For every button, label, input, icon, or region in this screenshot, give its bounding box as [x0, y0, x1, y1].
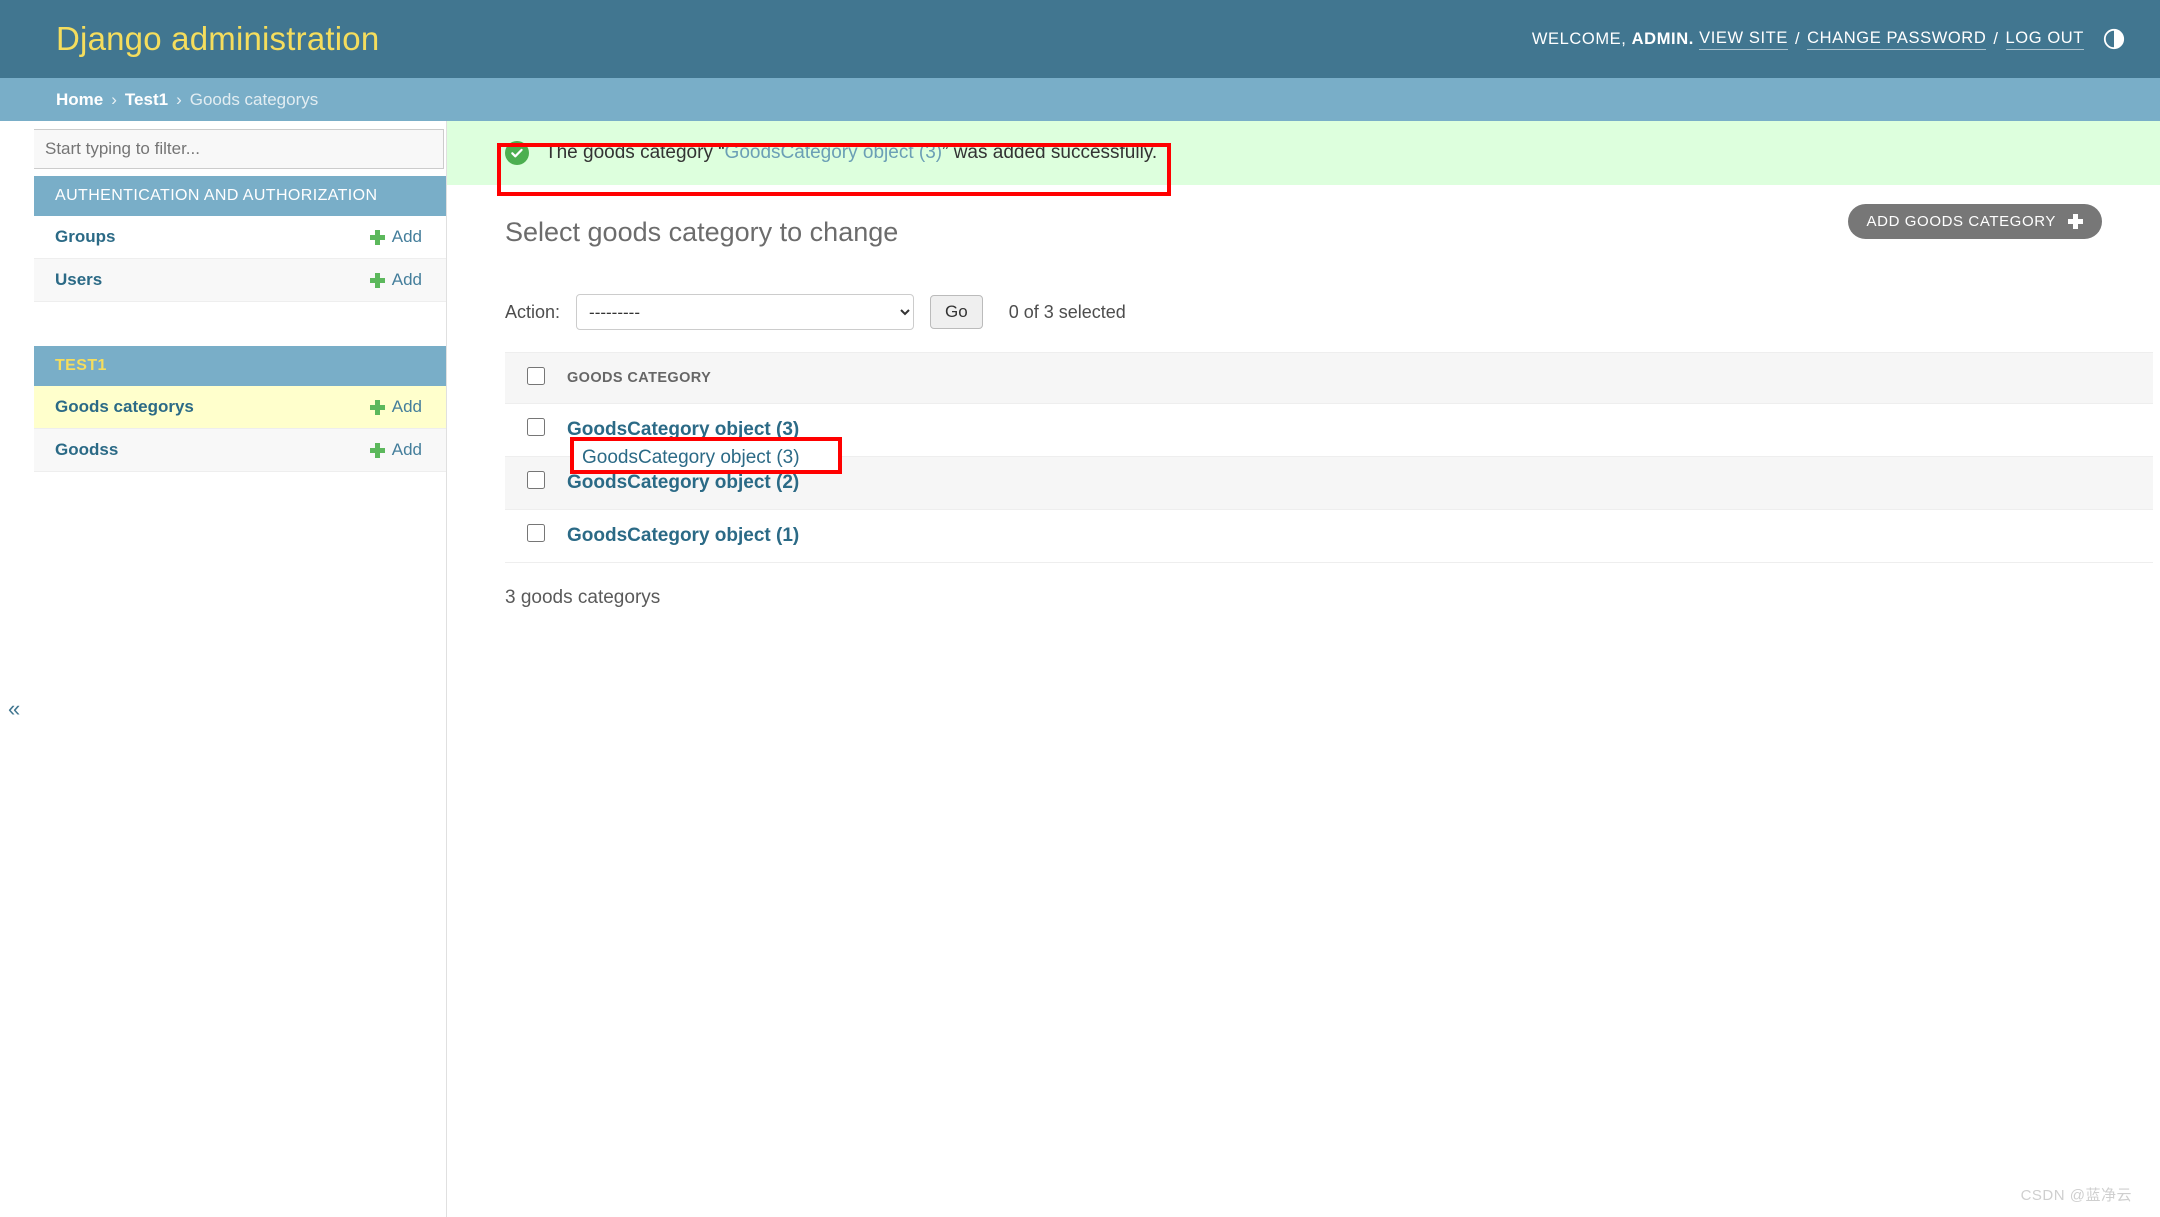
object-tools: ADD GOODS CATEGORY — [1848, 204, 2102, 239]
nav-sidebar: AUTHENTICATION AND AUTHORIZATION Groups … — [34, 121, 447, 1217]
success-message-text: The goods category “GoodsCategory object… — [545, 142, 1157, 164]
sidebar-item-users[interactable]: Users Add — [34, 259, 446, 302]
sidebar-add-goodss-label: Add — [392, 440, 422, 460]
paginator-count: 3 goods categorys — [505, 563, 2160, 623]
row-checkbox[interactable] — [527, 471, 545, 489]
sidebar-filter-input[interactable] — [34, 129, 444, 169]
row-link-goods-category-2[interactable]: GoodsCategory object (2) — [567, 472, 799, 493]
results-table: GOODS CATEGORY GoodsCategory object (3) — [505, 352, 2153, 563]
select-all-checkbox[interactable] — [527, 367, 545, 385]
plus-icon — [370, 273, 385, 288]
plus-icon — [370, 230, 385, 245]
action-counter: 0 of 3 selected — [1009, 302, 1126, 323]
sidebar-add-users-link[interactable]: Add — [370, 270, 422, 290]
row-name-cell: GoodsCategory object (1) — [567, 510, 2153, 563]
sidebar-app-spacer — [34, 302, 446, 339]
row-select-cell — [505, 404, 567, 457]
breadcrumb-separator-2: › — [168, 90, 190, 110]
success-message: The goods category “GoodsCategory object… — [447, 121, 2160, 185]
page-title: Select goods category to change — [505, 217, 898, 248]
row-name-cell: GoodsCategory object (3) — [567, 404, 2153, 457]
log-out-link[interactable]: LOG OUT — [2006, 29, 2084, 50]
breadcrumb-test1[interactable]: Test1 — [125, 90, 168, 110]
row-checkbox[interactable] — [527, 524, 545, 542]
sidebar-add-goodss-link[interactable]: Add — [370, 440, 422, 460]
table-row[interactable]: GoodsCategory object (2) — [505, 457, 2153, 510]
plus-icon — [370, 443, 385, 458]
sidebar-add-goods-category-label: Add — [392, 397, 422, 417]
sidebar-add-users-label: Add — [392, 270, 422, 290]
sidebar-collapse-toggle-icon[interactable]: « — [8, 696, 20, 722]
actions-bar: Action: --------- Go 0 of 3 selected — [505, 294, 2160, 330]
view-site-link[interactable]: VIEW SITE — [1699, 29, 1788, 50]
sidebar-item-users-label[interactable]: Users — [55, 270, 102, 290]
results-table-head: GOODS CATEGORY — [505, 353, 2153, 404]
breadcrumb-current: Goods categorys — [190, 90, 319, 110]
app-caption-auth: AUTHENTICATION AND AUTHORIZATION — [34, 176, 446, 216]
select-all-header — [505, 353, 567, 404]
site-header: Django administration WELCOME, ADMIN. VI… — [0, 0, 2160, 78]
breadcrumb: Home › Test1 › Goods categorys — [0, 78, 2160, 121]
plus-icon — [2068, 214, 2083, 229]
breadcrumb-separator-1: › — [103, 90, 125, 110]
breadcrumb-home[interactable]: Home — [56, 90, 103, 110]
content-area: The goods category “GoodsCategory object… — [447, 121, 2160, 642]
success-check-icon — [505, 141, 529, 165]
message-text-after: ” was added successfully. — [942, 142, 1157, 163]
message-object-name: GoodsCategory object (3) — [725, 142, 943, 163]
user-tools-separator-2: / — [1986, 30, 2005, 49]
content-head-row: Select goods category to change ADD GOOD… — [505, 217, 2160, 248]
theme-toggle-icon[interactable] — [2102, 27, 2126, 51]
user-tools: WELCOME, ADMIN. VIEW SITE / CHANGE PASSW… — [1532, 27, 2126, 51]
sidebar-add-groups-link[interactable]: Add — [370, 227, 422, 247]
table-row[interactable]: GoodsCategory object (1) — [505, 510, 2153, 563]
sidebar-item-goodss[interactable]: Goodss Add — [34, 429, 446, 472]
row-name-cell: GoodsCategory object (2) — [567, 457, 2153, 510]
row-select-cell — [505, 510, 567, 563]
change-password-link[interactable]: CHANGE PASSWORD — [1807, 29, 1986, 50]
results-table-body: GoodsCategory object (3) GoodsCategory o… — [505, 404, 2153, 563]
watermark: CSDN @蓝净云 — [2021, 1184, 2132, 1205]
message-text-before: The goods category “ — [545, 142, 725, 163]
plus-icon — [370, 400, 385, 415]
action-select[interactable]: --------- — [576, 294, 914, 330]
column-header-goods-category: GOODS CATEGORY — [567, 353, 2153, 404]
sidebar-add-goods-category-link[interactable]: Add — [370, 397, 422, 417]
sidebar-item-goodss-label[interactable]: Goodss — [55, 440, 118, 460]
row-link-goods-category-3[interactable]: GoodsCategory object (3) — [567, 419, 799, 440]
action-label: Action: — [505, 302, 560, 323]
table-header-row: GOODS CATEGORY — [505, 353, 2153, 404]
main-container: « AUTHENTICATION AND AUTHORIZATION Group… — [0, 121, 2160, 1217]
row-select-cell — [505, 457, 567, 510]
row-link-goods-category-1[interactable]: GoodsCategory object (1) — [567, 525, 799, 546]
app-caption-test1: TEST1 — [34, 346, 446, 386]
sidebar-item-goods-categorys-label[interactable]: Goods categorys — [55, 397, 194, 417]
row-checkbox[interactable] — [527, 418, 545, 436]
user-tools-separator-1: / — [1788, 30, 1807, 49]
username-label: ADMIN. — [1632, 30, 1694, 49]
content-inner: Select goods category to change ADD GOOD… — [447, 185, 2160, 623]
add-goods-category-button[interactable]: ADD GOODS CATEGORY — [1848, 204, 2102, 239]
add-goods-category-button-label: ADD GOODS CATEGORY — [1867, 213, 2056, 230]
welcome-text: WELCOME, — [1532, 30, 1627, 49]
sidebar-item-groups-label[interactable]: Groups — [55, 227, 115, 247]
sidebar-item-goods-categorys[interactable]: Goods categorys Add — [34, 386, 446, 429]
branding: Django administration — [56, 20, 379, 58]
site-title: Django administration — [56, 20, 379, 58]
sidebar-add-groups-label: Add — [392, 227, 422, 247]
go-button[interactable]: Go — [930, 295, 983, 329]
table-row[interactable]: GoodsCategory object (3) — [505, 404, 2153, 457]
sidebar-item-groups[interactable]: Groups Add — [34, 216, 446, 259]
